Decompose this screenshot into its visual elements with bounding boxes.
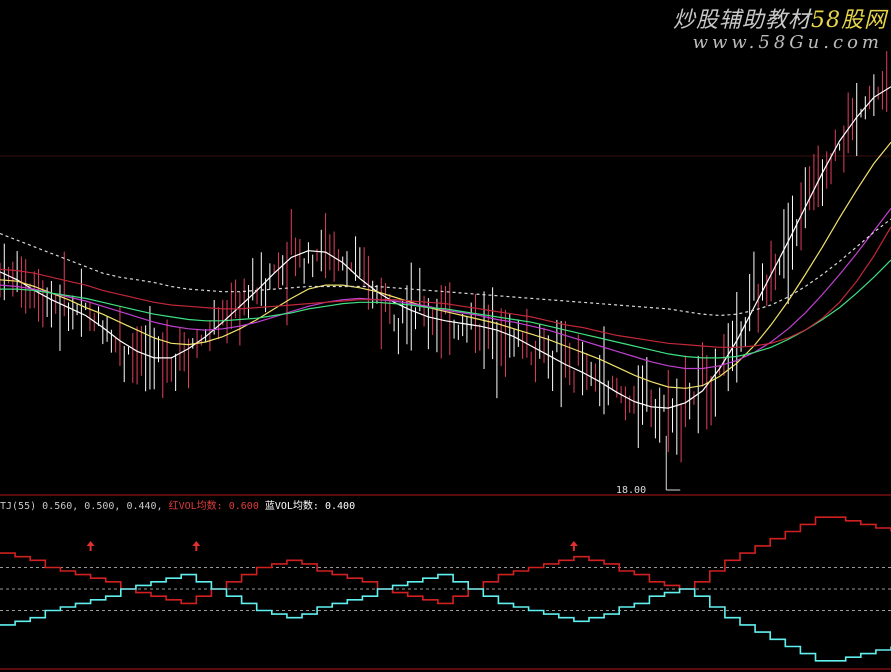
watermark-brand: 58股网 (811, 8, 887, 33)
signal-arrows (86, 541, 578, 551)
buy-signal-arrow (569, 541, 578, 551)
indicator-blue-label: 蓝VOL均数: (264, 501, 319, 512)
indicator-red-label: 红VOL均数: (168, 501, 223, 512)
buy-signal-arrow (86, 541, 95, 551)
buy-signal-arrow (192, 541, 201, 551)
indicator-panel (0, 494, 891, 670)
stock-chart (0, 51, 891, 670)
ma5-line (0, 86, 891, 409)
indicator-red-line (0, 516, 891, 605)
candlesticks (0, 51, 888, 463)
indicator-header: TJ(55) 0.560, 0.500, 0.440, 红VOL均数: 0.60… (0, 497, 355, 512)
indicator-red-value: 0.600 (228, 501, 259, 512)
low-price-label: 18.00 (616, 485, 647, 496)
watermark-title-prefix: 炒股辅助教材 (672, 8, 811, 33)
watermark-url: www.58Gu.com (692, 32, 883, 53)
indicator-cyan-line (0, 573, 891, 662)
indicator-name: TJ(55) (0, 501, 37, 512)
indicator-values: 0.560, 0.500, 0.440, (42, 501, 163, 512)
moving-average-lines (0, 86, 891, 409)
watermark-title: 炒股辅助教材58股网 (673, 2, 887, 34)
indicator-blue-value: 0.400 (325, 501, 356, 512)
